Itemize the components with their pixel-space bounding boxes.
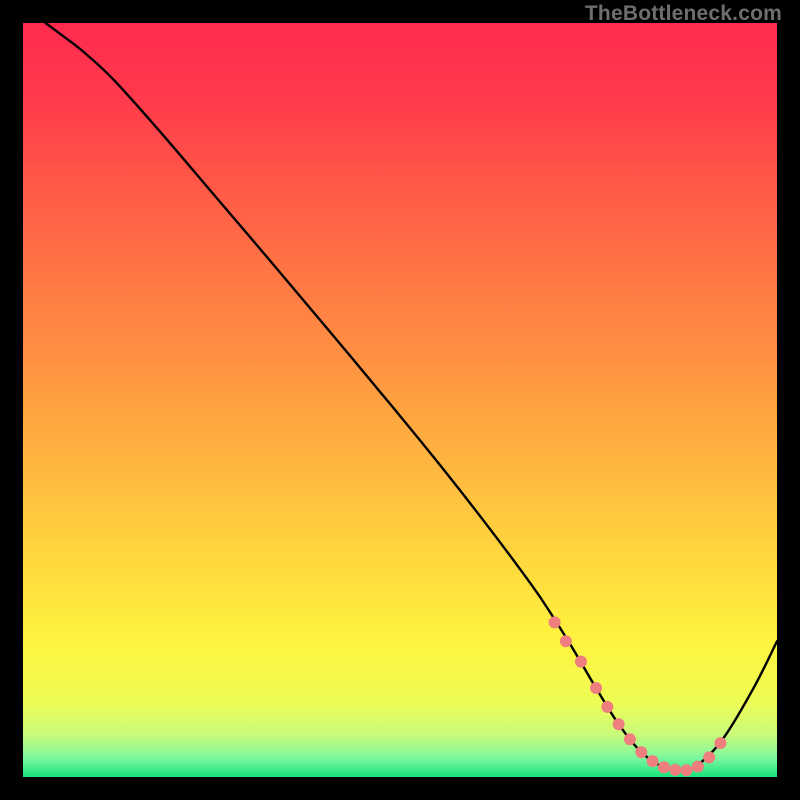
highlight-point — [560, 635, 572, 647]
highlight-point — [658, 761, 670, 773]
highlight-point — [635, 746, 647, 758]
highlight-point — [613, 718, 625, 730]
highlight-point — [590, 682, 602, 694]
highlight-point — [681, 764, 693, 776]
gradient-background — [23, 23, 777, 777]
highlight-point — [669, 764, 681, 776]
plot-svg — [23, 23, 777, 777]
highlight-point — [714, 737, 726, 749]
plot-area — [23, 23, 777, 777]
highlight-point — [601, 701, 613, 713]
highlight-point — [647, 755, 659, 767]
highlight-point — [703, 751, 715, 763]
highlight-point — [692, 760, 704, 772]
chart-stage: TheBottleneck.com — [0, 0, 800, 800]
highlight-point — [575, 656, 587, 668]
highlight-point — [624, 733, 636, 745]
watermark-text: TheBottleneck.com — [585, 2, 782, 26]
highlight-point — [549, 616, 561, 628]
